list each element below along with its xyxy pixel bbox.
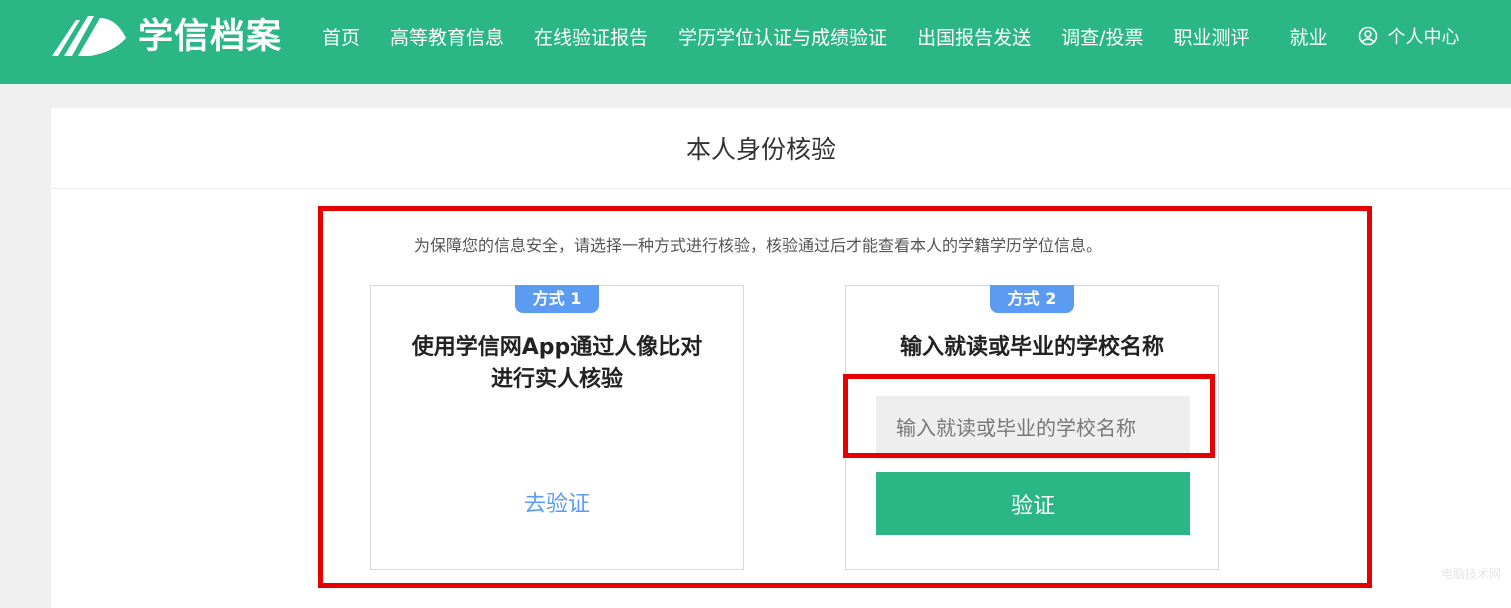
option-1-title-line2: 进行实人核验 <box>490 367 623 392</box>
nav-overseas-report[interactable]: 出国报告发送 <box>917 23 1031 50</box>
brand-logo[interactable]: 学信档案 <box>50 12 282 62</box>
nav-online-verification-report[interactable]: 在线验证报告 <box>534 23 648 50</box>
nav-home[interactable]: 首页 <box>322 23 360 50</box>
nav-career-assessment[interactable]: 职业测评 <box>1173 23 1249 50</box>
user-circle-icon <box>1358 26 1377 46</box>
identity-verification-card: 本人身份核验 为保障您的信息安全，请选择一种方式进行核验，核验通过后才能查看本人… <box>51 108 1511 608</box>
option-1-title: 使用学信网App通过人像比对 进行实人核验 <box>371 332 743 396</box>
nav-personal-center[interactable]: 个人中心 <box>1358 23 1460 49</box>
top-nav-bar: 学信档案 首页 高等教育信息 在线验证报告 学历学位认证与成绩验证 出国报告发送… <box>0 0 1511 84</box>
nav-employment[interactable]: 就业 <box>1290 23 1328 50</box>
brand-name: 学信档案 <box>138 17 283 57</box>
option-2-badge: 方式 2 <box>990 285 1074 313</box>
watermark: 电脑技术网 <box>1440 567 1501 581</box>
option-1-badge: 方式 1 <box>515 285 599 313</box>
security-notice: 为保障您的信息安全，请选择一种方式进行核验，核验通过后才能查看本人的学籍学历学位… <box>414 236 1103 255</box>
page-title: 本人身份核验 <box>685 135 836 164</box>
school-name-input[interactable] <box>876 396 1190 460</box>
option-school-name-verification: 方式 2 输入就读或毕业的学校名称 验证 <box>843 285 1219 570</box>
card-header: 本人身份核验 <box>51 108 1511 189</box>
personal-center-label: 个人中心 <box>1387 27 1460 48</box>
nav-higher-education-info[interactable]: 高等教育信息 <box>390 23 504 50</box>
nav-survey-vote[interactable]: 调查/投票 <box>1061 23 1143 50</box>
nav-degree-certification[interactable]: 学历学位认证与成绩验证 <box>678 23 887 50</box>
option-2-title: 输入就读或毕业的学校名称 <box>899 335 1164 360</box>
option-app-face-verification: 方式 1 使用学信网App通过人像比对 进行实人核验 去验证 <box>370 285 744 570</box>
verify-button[interactable]: 验证 <box>876 472 1190 535</box>
main-nav: 首页 高等教育信息 在线验证报告 学历学位认证与成绩验证 出国报告发送 调查/投… <box>322 0 1460 72</box>
option-1-title-line1: 使用学信网App通过人像比对 <box>411 335 703 360</box>
book-pages-logo-icon <box>52 16 126 56</box>
go-verify-link[interactable]: 去验证 <box>371 486 743 518</box>
